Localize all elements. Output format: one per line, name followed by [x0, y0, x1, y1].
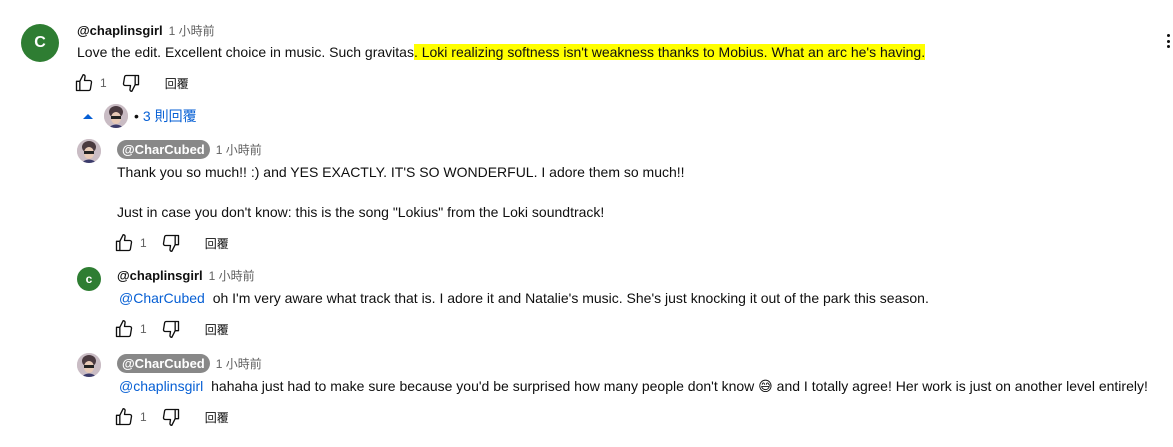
like-count: 1 [140, 322, 147, 336]
thumbs-up-icon [115, 234, 133, 252]
replies-toggle[interactable]: • 3 則回覆 [82, 104, 197, 128]
avatar[interactable] [77, 353, 101, 377]
like-count: 1 [100, 76, 107, 90]
dot [1166, 39, 1170, 43]
comment-text-highlight: . Loki realizing softness isn't weakness… [413, 44, 926, 60]
thumbs-up-icon [115, 408, 133, 426]
reply-text: Just in case you don't know: this is the… [117, 204, 605, 220]
comment-text: Love the edit. Excellent choice in music… [77, 44, 926, 60]
reply-button[interactable]: 回覆 [205, 321, 229, 338]
comment-actions: 1 回覆 [74, 73, 189, 93]
reply-button[interactable]: 回覆 [165, 75, 189, 92]
avatar[interactable]: C [21, 24, 59, 62]
thumbs-up-icon [75, 74, 93, 92]
dislike-button[interactable] [121, 73, 141, 93]
reply-text: Thank you so much!! :) and YES EXACTLY. … [117, 164, 685, 180]
reply-text-body: hahaha just had to make sure because you… [211, 378, 755, 394]
bullet: • [134, 108, 139, 124]
thumbs-down-icon [122, 74, 139, 93]
reply-author-chip[interactable]: @CharCubed [117, 140, 210, 159]
comment-text-plain: Love the edit. Excellent choice in music… [77, 44, 414, 60]
reply-actions: 1 回覆 [114, 407, 229, 427]
avatar[interactable]: c [77, 267, 101, 291]
reply-header: @chaplinsgirl 1 小時前 [117, 267, 255, 284]
reply-time[interactable]: 1 小時前 [216, 355, 262, 372]
comment-author[interactable]: @chaplinsgirl [77, 23, 163, 38]
dot [1166, 34, 1170, 37]
reply-button[interactable]: 回覆 [205, 409, 229, 426]
like-button[interactable] [74, 73, 94, 93]
comment-header: @chaplinsgirl 1 小時前 [77, 22, 215, 39]
reply-actions: 1 回覆 [114, 233, 229, 253]
like-button[interactable] [114, 233, 134, 253]
dislike-button[interactable] [161, 319, 181, 339]
avatar[interactable] [77, 139, 101, 163]
reply-author-chip[interactable]: @CharCubed [117, 354, 210, 373]
caret-up-icon [83, 114, 93, 119]
thumbs-down-icon [162, 234, 179, 252]
mention-link[interactable]: @chaplinsgirl [119, 378, 203, 394]
reply-header: @CharCubed 1 小時前 [117, 354, 262, 373]
thumbs-up-icon [115, 320, 133, 338]
reply-text: @chaplinsgirl hahaha just had to make su… [119, 378, 1148, 395]
reply-text-body: and I totally agree! Her work is just on… [776, 378, 1148, 394]
reply-actions: 1 回覆 [114, 319, 229, 339]
dislike-button[interactable] [161, 407, 181, 427]
like-button[interactable] [114, 407, 134, 427]
reply-text-body: oh I'm very aware what track that is. I … [212, 290, 929, 306]
reply-author-avatar [104, 104, 128, 128]
mention-link[interactable]: @CharCubed [119, 290, 205, 306]
dot [1166, 45, 1170, 48]
reply-time[interactable]: 1 小時前 [216, 141, 262, 158]
like-button[interactable] [114, 319, 134, 339]
reply-header: @CharCubed 1 小時前 [117, 140, 262, 159]
reply-button[interactable]: 回覆 [205, 235, 229, 252]
reply-text: @CharCubed oh I'm very aware what track … [119, 290, 929, 306]
thumbs-down-icon [162, 320, 179, 338]
reply-author[interactable]: @chaplinsgirl [117, 268, 203, 283]
like-count: 1 [140, 236, 147, 250]
thumbs-down-icon [162, 408, 179, 426]
emoji-icon: 😅 [758, 378, 773, 394]
comment-time[interactable]: 1 小時前 [169, 22, 215, 39]
replies-count-label: 3 則回覆 [142, 108, 197, 124]
reply-time[interactable]: 1 小時前 [209, 267, 255, 284]
like-count: 1 [140, 410, 147, 424]
more-options-button[interactable] [1161, 31, 1173, 51]
dislike-button[interactable] [161, 233, 181, 253]
